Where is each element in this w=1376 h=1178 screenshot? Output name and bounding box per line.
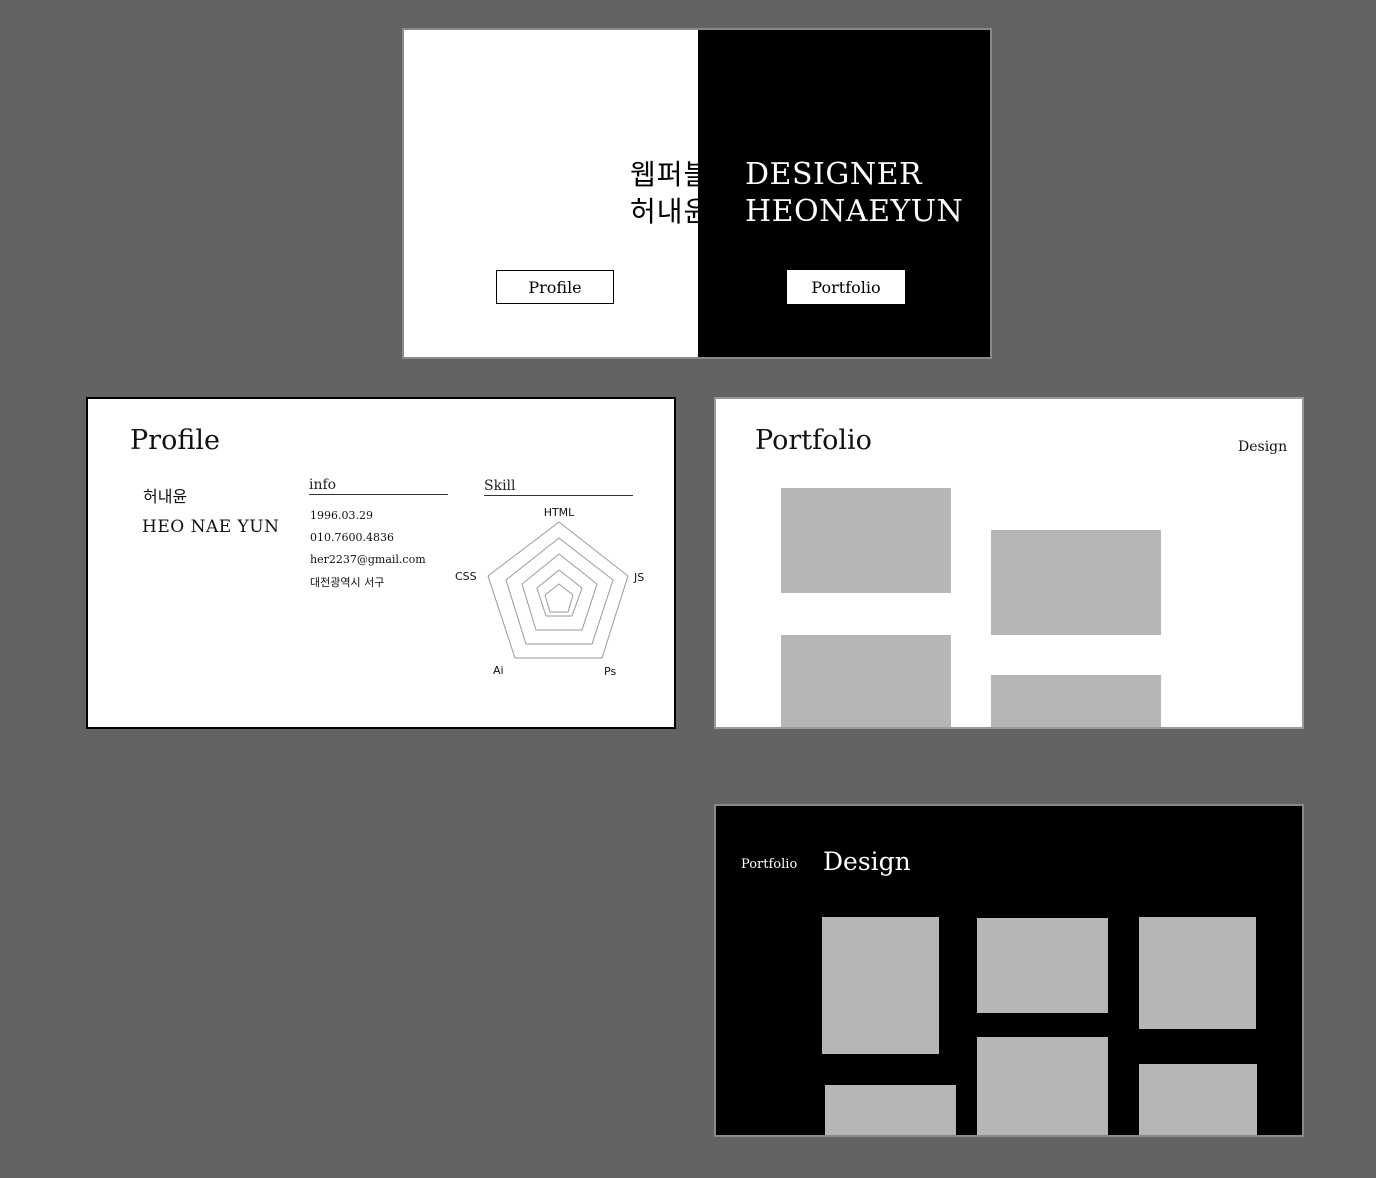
info-address: 대전광역시 서구	[310, 576, 385, 589]
skill-radar-chart: HTML JS Ps Ai CSS	[455, 506, 644, 678]
design-thumbnail[interactable]	[1139, 917, 1256, 1029]
portfolio-button[interactable]: Portfolio	[787, 270, 905, 304]
info-email: her2237@gmail.com	[310, 553, 426, 566]
skill-heading: Skill	[484, 478, 633, 496]
info-heading: info	[309, 477, 448, 495]
design-thumbnail[interactable]	[825, 1085, 956, 1135]
intro-korean-title: 웹퍼블 허내윤	[630, 156, 710, 230]
radar-ring-1	[536, 569, 583, 617]
info-birthdate: 1996.03.29	[310, 509, 373, 522]
profile-name-korean: 허내윤	[143, 487, 188, 506]
portfolio-board: Portfolio Design	[714, 397, 1304, 729]
radar-ring-2	[521, 553, 598, 631]
radar-ring-inner	[544, 583, 574, 613]
design-thumbnail[interactable]	[977, 918, 1108, 1013]
radar-label-html: HTML	[544, 506, 575, 519]
portfolio-thumbnail[interactable]	[781, 488, 951, 593]
portfolio-nav-link[interactable]: Portfolio	[741, 857, 797, 872]
design-nav-link[interactable]: Design	[1238, 439, 1287, 455]
info-phone: 010.7600.4836	[310, 531, 394, 544]
radar-label-ai: Ai	[493, 664, 504, 677]
portfolio-title: Portfolio	[755, 425, 872, 456]
design-thumbnail[interactable]	[977, 1037, 1108, 1135]
profile-button[interactable]: Profile	[496, 270, 614, 304]
design-title: Design	[823, 847, 911, 876]
intro-board: 웹퍼블 허내윤 DESIGNER HEONAEYUN Profile Portf…	[402, 28, 992, 359]
radar-label-css: CSS	[455, 570, 477, 583]
intro-english-title: DESIGNER HEONAEYUN	[745, 156, 963, 230]
design-board: Portfolio Design	[714, 804, 1304, 1137]
portfolio-thumbnail[interactable]	[781, 635, 951, 727]
intro-english-title-line1: DESIGNER	[745, 157, 923, 192]
intro-korean-title-line2: 허내윤	[630, 195, 711, 228]
profile-title: Profile	[130, 425, 220, 456]
design-thumbnail[interactable]	[822, 917, 939, 1054]
profile-name-english: HEO NAE YUN	[142, 517, 280, 537]
intro-korean-title-line1: 웹퍼블	[630, 158, 711, 191]
portfolio-thumbnail[interactable]	[991, 530, 1161, 635]
design-thumbnail[interactable]	[1139, 1064, 1257, 1135]
portfolio-thumbnail[interactable]	[991, 675, 1161, 727]
profile-board: Profile 허내윤 HEO NAE YUN info 1996.03.29 …	[86, 397, 676, 729]
intro-english-title-line2: HEONAEYUN	[745, 194, 964, 229]
radar-label-ps: Ps	[604, 665, 616, 678]
radar-label-js: JS	[633, 571, 644, 584]
